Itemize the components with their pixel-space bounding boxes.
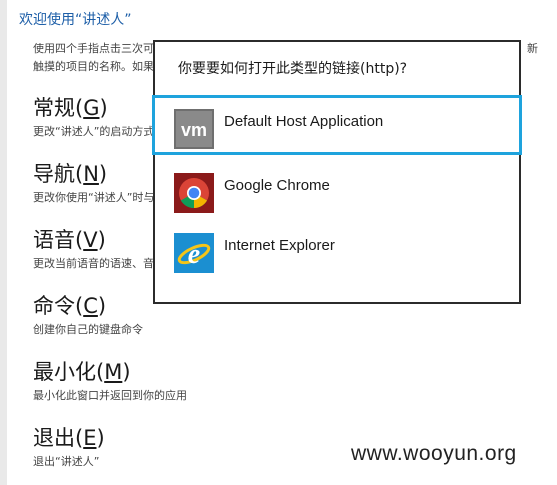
section-heading: 导航(N) bbox=[33, 162, 108, 186]
ie-icon: e bbox=[174, 233, 214, 273]
intro-line-1-right: 新 bbox=[527, 42, 538, 55]
open-with-dialog: 你要要如何打开此类型的链接(http)? vm Default Host App… bbox=[152, 40, 522, 304]
section-commands[interactable]: 命令(C) 创建你自己的键盘命令 bbox=[33, 293, 143, 337]
app-label: Internet Explorer bbox=[224, 237, 335, 254]
chrome-icon bbox=[174, 173, 214, 213]
section-heading: 命令(C) bbox=[33, 294, 107, 318]
settings-title: 欢迎使用“讲述人” bbox=[19, 12, 132, 28]
section-navigation[interactable]: 导航(N) 更改你使用“讲述人”时与 bbox=[33, 161, 154, 205]
vmware-icon: vm bbox=[174, 109, 214, 149]
section-desc: 更改“讲述人”的启动方式 bbox=[33, 125, 155, 138]
section-heading: 退出(E) bbox=[33, 426, 105, 450]
app-option-chrome[interactable]: Google Chrome bbox=[155, 158, 519, 218]
section-desc: 更改你使用“讲述人”时与 bbox=[33, 191, 155, 204]
section-general[interactable]: 常规(G) 更改“讲述人”的启动方式 bbox=[33, 95, 154, 139]
section-heading: 最小化(M) bbox=[33, 360, 131, 384]
section-minimize[interactable]: 最小化(M) 最小化此窗口并返回到你的应用 bbox=[33, 359, 187, 403]
section-desc: 更改当前语音的语速、音 bbox=[33, 257, 154, 270]
svg-text:e: e bbox=[188, 239, 200, 270]
section-desc: 创建你自己的键盘命令 bbox=[33, 323, 143, 336]
app-option-default-host[interactable]: vm Default Host Application bbox=[152, 95, 522, 155]
app-label: Google Chrome bbox=[224, 177, 330, 194]
section-desc: 退出“讲述人” bbox=[33, 455, 100, 468]
section-voice[interactable]: 语音(V) 更改当前语音的语速、音 bbox=[33, 227, 154, 271]
app-label: Default Host Application bbox=[224, 113, 384, 130]
watermark: www.wooyun.org bbox=[351, 442, 517, 465]
section-desc: 最小化此窗口并返回到你的应用 bbox=[33, 389, 187, 402]
app-option-ie[interactable]: e Internet Explorer bbox=[155, 218, 519, 278]
section-heading: 语音(V) bbox=[33, 228, 106, 252]
section-heading: 常规(G) bbox=[33, 96, 108, 120]
svg-text:vm: vm bbox=[181, 120, 207, 140]
section-exit[interactable]: 退出(E) 退出“讲述人” bbox=[33, 425, 105, 469]
dialog-title: 你要要如何打开此类型的链接(http)? bbox=[178, 61, 408, 77]
